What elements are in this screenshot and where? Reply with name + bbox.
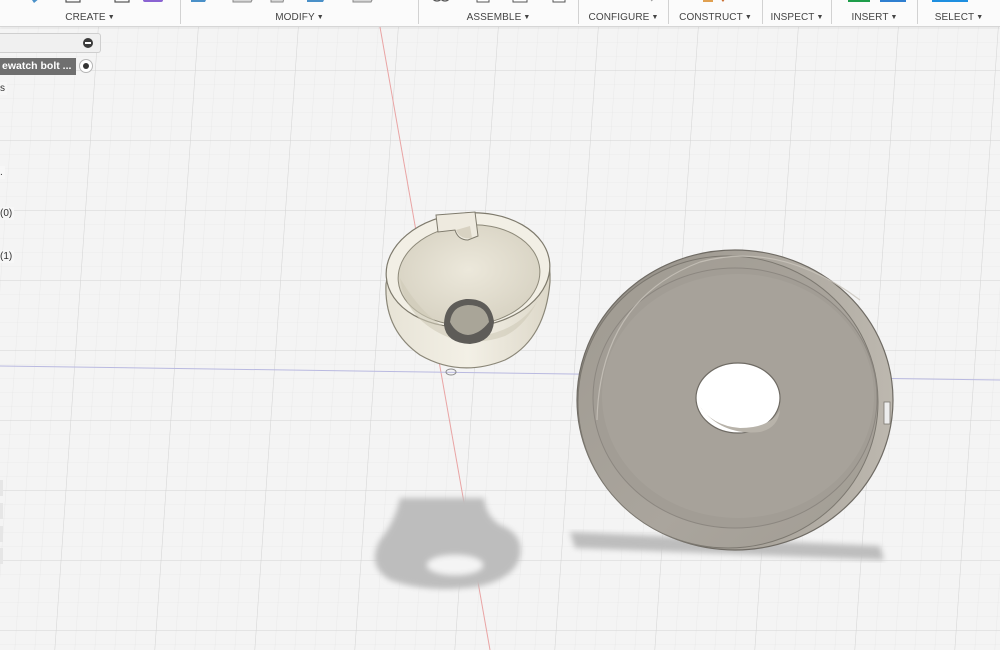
assemble-tools-icon[interactable] <box>429 0 569 6</box>
panel-edge-tab[interactable] <box>0 503 3 519</box>
inspect-group[interactable]: INSPECT ▼ <box>763 0 831 26</box>
select-cursor-icon[interactable] <box>932 0 972 6</box>
create-group[interactable]: CREATE ▼ <box>0 0 180 26</box>
construct-menu[interactable]: CONSTRUCT ▼ <box>669 12 762 23</box>
chevron-down-icon: ▼ <box>316 14 324 21</box>
3d-viewport[interactable] <box>0 27 1000 650</box>
panel-edge-tab[interactable] <box>0 480 3 496</box>
inspect-label: INSPECT <box>770 12 815 23</box>
configure-menu[interactable]: CONFIGURE ▼ <box>579 12 668 23</box>
configure-tools-icon[interactable] <box>589 0 659 6</box>
select-menu[interactable]: SELECT ▼ <box>918 12 1000 23</box>
chevron-down-icon: ▼ <box>523 14 531 21</box>
configure-label: CONFIGURE <box>588 12 650 23</box>
modify-tools-icon[interactable] <box>189 0 409 6</box>
insert-group[interactable]: INSERT ▼ <box>832 0 917 26</box>
browser-tree-fragment[interactable]: . <box>0 166 5 179</box>
configure-group[interactable]: CONFIGURE ▼ <box>579 0 668 26</box>
chevron-down-icon: ▼ <box>816 14 824 21</box>
modify-label: MODIFY <box>275 12 315 23</box>
chevron-down-icon: ▼ <box>107 14 115 21</box>
panel-edge-tab[interactable] <box>0 526 3 542</box>
construct-label: CONSTRUCT <box>679 12 743 23</box>
disc-part-body[interactable] <box>576 249 894 551</box>
chevron-down-icon: ▼ <box>976 14 984 21</box>
assemble-menu[interactable]: ASSEMBLE ▼ <box>419 12 578 23</box>
construct-plane-icon[interactable] <box>699 0 739 6</box>
insert-label: INSERT <box>851 12 889 23</box>
browser-tree-fragment[interactable]: (0) <box>0 207 15 220</box>
modify-group[interactable]: MODIFY ▼ <box>181 0 418 26</box>
chevron-down-icon: ▼ <box>744 14 752 21</box>
select-group[interactable]: SELECT ▼ <box>918 0 1000 26</box>
chevron-down-icon: ▼ <box>890 14 898 21</box>
activate-radio-button[interactable] <box>79 59 93 73</box>
browser-tree-fragment[interactable]: s <box>0 82 7 95</box>
insert-menu[interactable]: INSERT ▼ <box>832 12 917 23</box>
panel-edge-tab[interactable] <box>0 548 3 564</box>
construct-group[interactable]: CONSTRUCT ▼ <box>669 0 762 26</box>
assemble-group[interactable]: ASSEMBLE ▼ <box>419 0 578 26</box>
modify-menu[interactable]: MODIFY ▼ <box>181 12 418 23</box>
insert-tools-icon[interactable] <box>846 0 910 6</box>
inspect-menu[interactable]: INSPECT ▼ <box>763 12 831 23</box>
active-component-row[interactable]: ewatch bolt ... <box>0 58 76 75</box>
toolbar: CREATE ▼ MODIFY ▼ ASSEMBLE ▼ CONFIGURE ▼… <box>0 0 1000 27</box>
chevron-down-icon: ▼ <box>651 14 659 21</box>
collapse-icon[interactable] <box>83 38 93 48</box>
assemble-label: ASSEMBLE <box>466 12 522 23</box>
browser-panel-header <box>0 33 101 53</box>
create-label: CREATE <box>65 12 106 23</box>
select-label: SELECT <box>934 12 975 23</box>
create-tools-icon[interactable] <box>30 0 170 6</box>
browser-tree-fragment[interactable]: (1) <box>0 250 15 263</box>
create-menu[interactable]: CREATE ▼ <box>0 12 180 23</box>
